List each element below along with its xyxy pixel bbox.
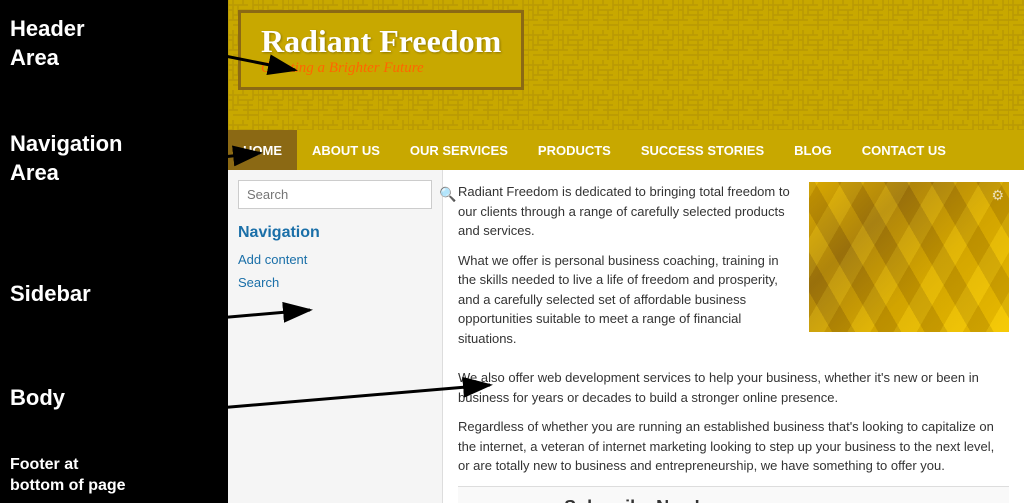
header-annotation-label: HeaderArea: [10, 15, 85, 72]
content-area: Radiant Freedom is dedicated to bringing…: [443, 170, 1024, 503]
nav-services[interactable]: OUR SERVICES: [395, 130, 523, 170]
content-header: Radiant Freedom is dedicated to bringing…: [458, 182, 1009, 358]
golden-cubes-decoration: [809, 182, 1009, 332]
nav-blog[interactable]: BLOG: [779, 130, 847, 170]
search-box: 🔍: [238, 180, 432, 209]
content-paragraph-4: Regardless of whether you are running an…: [458, 417, 1009, 476]
content-paragraph-2: What we offer is personal business coach…: [458, 251, 794, 349]
sidebar-search-link[interactable]: Search: [238, 275, 432, 290]
main-area: 🔍 Navigation Add content Search Radiant …: [228, 170, 1024, 503]
search-input[interactable]: [239, 182, 431, 207]
subscribe-title: Subscribe Now!: [564, 497, 763, 503]
sidebar-annotation-label: Sidebar: [10, 280, 91, 309]
sidebar: 🔍 Navigation Add content Search: [228, 170, 443, 503]
navbar: HOME ABOUT US OUR SERVICES PRODUCTS SUCC…: [228, 130, 1024, 170]
nav-products[interactable]: PRODUCTS: [523, 130, 626, 170]
content-paragraph-1: Radiant Freedom is dedicated to bringing…: [458, 182, 794, 241]
logo-box: Radiant Freedom Creating a Brighter Futu…: [238, 10, 524, 90]
content-text-block: Radiant Freedom is dedicated to bringing…: [458, 182, 794, 358]
footer-annotation-label: Footer atbottom of page: [10, 455, 126, 497]
nav-about[interactable]: ABOUT US: [297, 130, 395, 170]
nav-contact[interactable]: CONTACT US: [847, 130, 961, 170]
body-annotation-label: Body: [10, 385, 65, 411]
content-paragraph-3: We also offer web development services t…: [458, 368, 1009, 407]
nav-success[interactable]: SUCCESS STORIES: [626, 130, 779, 170]
sidebar-add-content-link[interactable]: Add content: [238, 252, 432, 267]
annotation-panel: HeaderArea NavigationArea Sidebar Body F…: [0, 0, 228, 503]
header-area: Radiant Freedom Creating a Brighter Futu…: [228, 0, 1024, 130]
content-image: ⚙: [809, 182, 1009, 332]
logo-title: Radiant Freedom: [261, 23, 501, 60]
nav-home[interactable]: HOME: [228, 130, 297, 170]
gear-icon: ⚙: [991, 187, 1004, 204]
logo-subtitle: Creating a Brighter Future: [261, 60, 501, 77]
nav-annotation-label: NavigationArea: [10, 130, 122, 187]
sidebar-nav-title: Navigation: [238, 224, 432, 242]
subscribe-section: ◆◆◆◆ Subscribe Now! Enter your email add…: [458, 486, 1009, 503]
